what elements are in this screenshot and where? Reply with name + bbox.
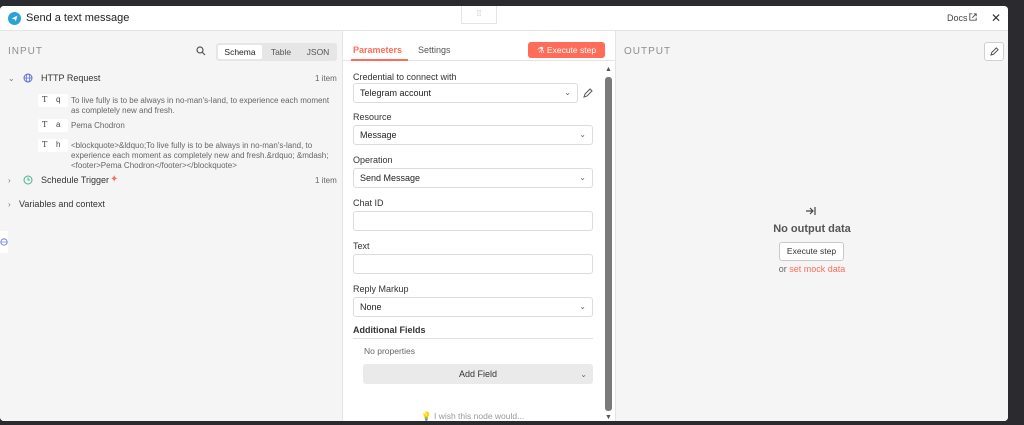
chevron-down-icon: ⌄ [580,370,587,379]
parameter-tabs: Parameters Settings ⚗ Execute step [343,31,617,61]
text-input[interactable] [353,254,593,274]
scroll-up-arrow-icon[interactable]: ▲ [605,66,612,73]
chevron-down-icon[interactable]: ⌄ [8,74,15,83]
execute-step-button[interactable]: ⚗ Execute step [528,42,605,58]
flask-icon: ⚗ [536,45,547,55]
modal-header: Send a text message Docs ✕ [0,6,1008,31]
tree-node-schedule-trigger[interactable]: Schedule Trigger [41,175,109,185]
input-panel-label: INPUT [8,46,43,57]
output-execute-step-button[interactable]: Execute step [779,242,844,261]
operation-label: Operation [353,155,393,165]
view-mode-switch: Schema Table JSON [216,43,337,61]
field-chip[interactable]: T q [38,94,68,107]
field-value: Pema Chodron [71,121,125,130]
reply-markup-label: Reply Markup [353,284,409,294]
field-key: q [56,95,61,104]
set-mock-data-link[interactable]: set mock data [789,264,845,274]
operation-select[interactable]: Send Message ⌄ [353,168,593,188]
chevron-right-icon[interactable]: › [8,176,11,185]
text-label: Text [353,241,370,251]
item-count: 1 item [315,176,337,185]
tab-settings[interactable]: Settings [418,45,451,55]
globe-icon[interactable] [0,231,8,253]
text-type-icon: T [42,140,48,149]
reply-markup-select[interactable]: None ⌄ [353,297,593,317]
tab-table[interactable]: Table [264,45,298,59]
active-tab-indicator [351,59,408,61]
mock-data-hint: or set mock data [778,264,846,274]
clock-icon [23,175,33,187]
field-chip[interactable]: T h [38,139,68,152]
chat-id-input[interactable] [353,211,593,231]
no-output-title: No output data [773,223,851,235]
pencil-icon[interactable] [583,88,593,100]
divider [353,338,593,339]
no-properties-text: No properties [364,346,416,356]
resource-select[interactable]: Message ⌄ [353,125,593,145]
field-value: <blockquote>&ldquo;To live fully is to b… [71,141,329,170]
globe-icon [23,73,33,85]
chevron-right-icon[interactable]: › [8,200,11,209]
chevron-down-icon: ⌄ [579,173,586,182]
pencil-icon [990,47,999,56]
tab-json[interactable]: JSON [301,45,335,59]
chevron-down-icon: ⌄ [579,130,586,139]
additional-fields-label: Additional Fields [353,325,426,335]
field-chip[interactable]: T a [38,119,68,132]
tree-node-http-request[interactable]: HTTP Request [41,73,100,83]
docs-link[interactable]: Docs [947,13,968,23]
external-link-icon[interactable] [969,13,977,23]
search-icon[interactable] [196,46,206,58]
credential-select[interactable]: Telegram account ⌄ [353,83,578,103]
scroll-down-arrow-icon[interactable]: ▼ [605,414,612,421]
field-value: To live fully is to be always in no-man'… [71,96,330,115]
tab-parameters[interactable]: Parameters [353,45,402,55]
arrow-to-line-icon [805,205,817,219]
chat-id-label: Chat ID [353,198,384,208]
field-key: h [56,140,61,149]
close-icon[interactable]: ✕ [991,11,1001,25]
drag-handle[interactable]: ⁞⁞ [461,6,497,24]
pin-icon: ✦ [110,174,119,185]
edit-output-button[interactable] [984,42,1004,61]
add-field-button[interactable]: Add Field ⌄ [363,364,593,384]
parameters-panel: Parameters Settings ⚗ Execute step Crede… [342,31,617,421]
tab-schema[interactable]: Schema [218,45,262,59]
output-panel: OUTPUT No output data Execute step or se… [616,31,1008,421]
text-type-icon: T [42,120,48,129]
node-modal: Send a text message Docs ✕ ⁞⁞ INPUT Sche… [0,6,1008,421]
tree-node-variables[interactable]: Variables and context [19,199,105,209]
text-type-icon: T [42,95,48,104]
item-count: 1 item [315,74,337,83]
node-title[interactable]: Send a text message [26,12,129,24]
output-panel-label: OUTPUT [624,46,672,57]
lightbulb-icon: 💡 [421,411,432,421]
feedback-link[interactable]: 💡 I wish this node would... [421,411,524,421]
telegram-icon [8,12,21,25]
input-panel: INPUT Schema Table JSON ⌄ HTTP Request 1… [0,31,342,421]
credential-label: Credential to connect with [353,72,457,82]
chevron-down-icon: ⌄ [564,88,571,97]
field-key: a [56,120,61,129]
scrollbar-thumb[interactable] [605,77,612,411]
resource-label: Resource [353,112,392,122]
chevron-down-icon: ⌄ [579,302,586,311]
